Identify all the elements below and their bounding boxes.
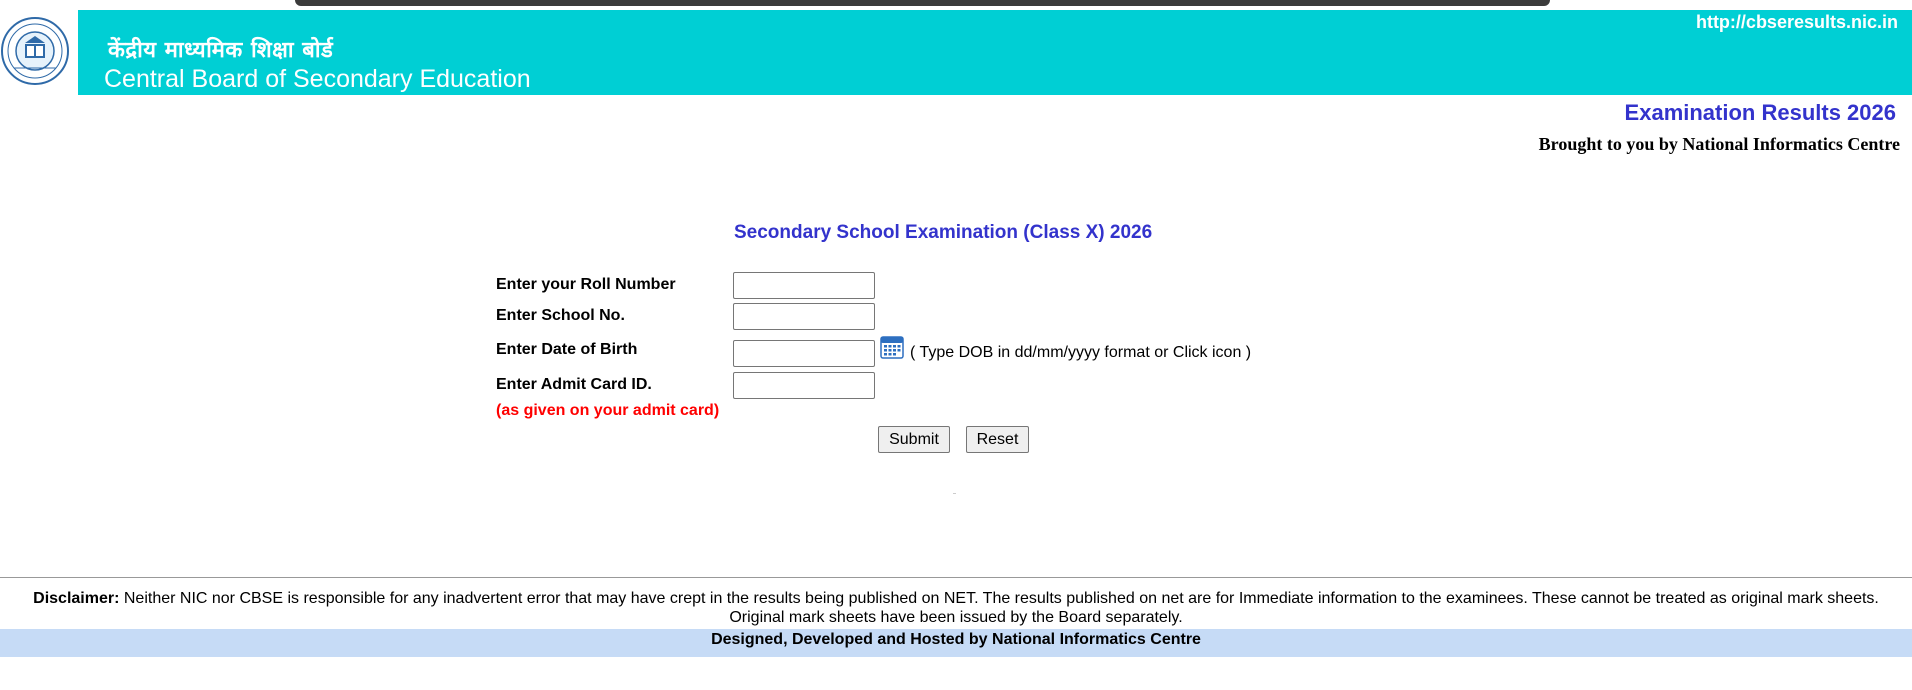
admit-card-label: Enter Admit Card ID.: [496, 376, 652, 393]
results-page: केंद्रीय माध्यमिक शिक्षा बोर्ड Central B…: [0, 0, 1912, 690]
browser-tab-bar: [295, 0, 1550, 6]
browser-top-strip: [0, 0, 1912, 10]
roll-number-input[interactable]: [733, 272, 875, 299]
reset-button[interactable]: Reset: [966, 426, 1029, 453]
dob-label: Enter Date of Birth: [496, 341, 638, 358]
header-banner: केंद्रीय माध्यमिक शिक्षा बोर्ड Central B…: [78, 10, 1912, 95]
disclaimer-text: Neither NIC nor CBSE is responsible for …: [123, 590, 1879, 607]
divider-dot: [953, 493, 956, 494]
school-no-input[interactable]: [733, 303, 875, 330]
roll-number-label: Enter your Roll Number: [496, 276, 676, 293]
admit-card-input[interactable]: [733, 372, 875, 399]
logo-cell: [0, 10, 78, 95]
admit-card-note: (as given on your admit card): [496, 402, 720, 419]
site-url: http://cbseresults.nic.in: [1695, 12, 1898, 32]
exam-results-title: Examination Results 2026: [1624, 100, 1896, 125]
dob-format-hint: ( Type DOB in dd/mm/yyyy format or Click…: [910, 344, 1252, 361]
hindi-title: केंद्रीय माध्यमिक शिक्षा बोर्ड: [108, 38, 334, 63]
dob-input[interactable]: [733, 340, 875, 367]
footer-credit: Designed, Developed and Hosted by Nation…: [0, 629, 1912, 657]
calendar-icon[interactable]: [880, 335, 904, 359]
form-heading: Secondary School Examination (Class X) 2…: [734, 222, 1153, 243]
submit-button[interactable]: Submit: [878, 426, 950, 453]
brought-by-text: Brought to you by National Informatics C…: [1538, 134, 1900, 154]
english-title: Central Board of Secondary Education: [104, 65, 531, 93]
disclaimer: Disclaimer: Neither NIC nor CBSE is resp…: [0, 589, 1912, 627]
cbse-emblem-icon: [1, 17, 69, 85]
site-header: केंद्रीय माध्यमिक शिक्षा बोर्ड Central B…: [0, 10, 1912, 95]
disclaimer-label: Disclaimer:: [33, 590, 120, 607]
disclaimer-line-2: Original mark sheets have been issued by…: [729, 609, 1183, 626]
school-no-label: Enter School No.: [496, 307, 625, 324]
disclaimer-line-1: Disclaimer: Neither NIC nor CBSE is resp…: [0, 589, 1912, 608]
footer-divider: [0, 577, 1912, 578]
